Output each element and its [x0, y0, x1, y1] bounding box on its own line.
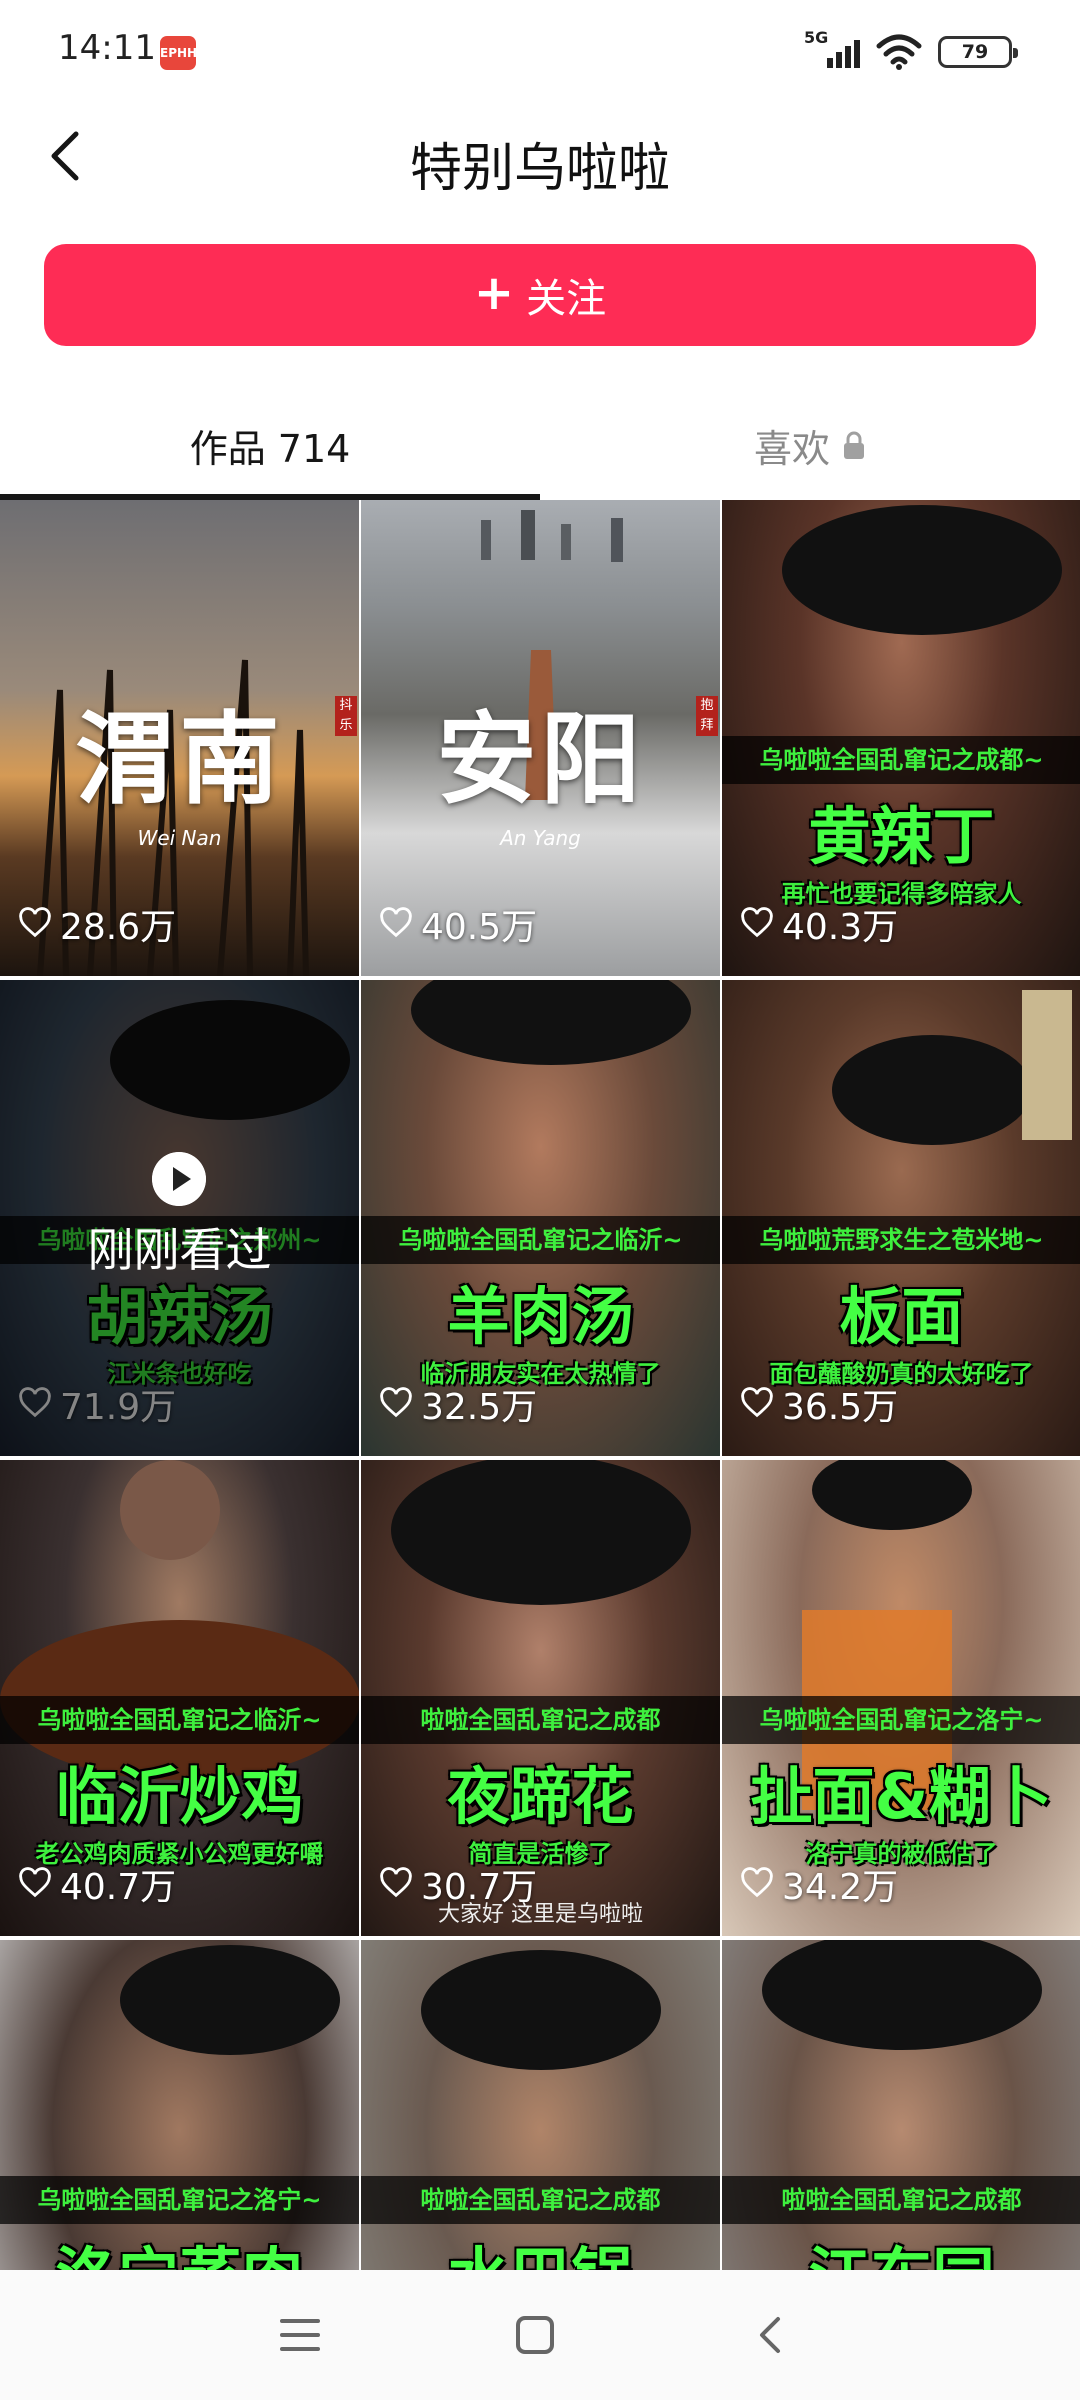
battery-level: 79: [961, 41, 989, 63]
like-count-value: 34.2万: [782, 1867, 899, 1908]
heart-icon: [741, 907, 773, 938]
series-banner: 啦啦全国乱窜记之成都: [722, 2176, 1080, 2224]
series-banner: 乌啦啦全国乱窜记之成都~: [722, 736, 1080, 784]
back-icon: [760, 2317, 780, 2353]
heart-icon: [380, 1387, 412, 1418]
status-indicators: 5G 79: [804, 28, 1018, 74]
video-subtitle: Wei Nan: [137, 826, 222, 850]
video-tile[interactable]: 乌啦啦全国乱窜记之成都~ 黄辣丁 再忙也要记得多陪家人 40.3万: [722, 500, 1080, 976]
like-count: 40.5万: [379, 898, 537, 950]
video-subtitle: An Yang: [500, 826, 581, 850]
video-tile[interactable]: 啦啦全国乱窜记之成都 水巴锅: [361, 1940, 720, 2270]
video-tile[interactable]: 乌啦啦全国乱窜记之临沂~ 临沂炒鸡 老公鸡肉质紧小公鸡更好嚼 40.7万: [0, 1460, 359, 1936]
series-banner: 乌啦啦全国乱窜记之洛宁~: [722, 1696, 1080, 1744]
video-tile[interactable]: 乌啦啦全国乱窜记之洛宁~ 洛宁蒸肉: [0, 1940, 359, 2270]
series-banner: 乌啦啦荒野求生之苞米地~: [722, 1216, 1080, 1264]
seal-stamp: 抖乐: [335, 696, 357, 736]
like-count-value: 28.6万: [60, 907, 177, 948]
dish-title: 板面: [839, 1280, 964, 1353]
tab-works-label: 作品 714: [189, 426, 351, 471]
wifi-icon: [876, 34, 922, 70]
page-title: 特别乌啦啦: [409, 139, 670, 199]
dish-title: 羊肉汤: [447, 1280, 634, 1353]
like-count-value: 40.3万: [782, 907, 899, 948]
video-subtitle-line: 大家好 这里是乌啦啦: [438, 1902, 643, 1927]
dish-title: 水巴锅: [361, 2226, 720, 2270]
video-grid: 渭南 Wei Nan 抖乐 28.6万 安阳 An Yang 抱拜 40.5万 …: [0, 500, 1080, 2270]
video-tile[interactable]: 乌啦啦全国乱窜记之洛宁~ 扯面&糊卜 洛宁真的被低估了 34.2万: [722, 1460, 1080, 1936]
video-tile[interactable]: 乌啦啦全国乱窜记之郑州~ 胡辣汤 江米条也好吃 71.9万 刚刚看过: [0, 980, 359, 1456]
like-count-value: 40.7万: [60, 1867, 177, 1908]
tab-likes[interactable]: 喜欢: [540, 390, 1080, 500]
video-tile[interactable]: 乌啦啦全国乱窜记之临沂~ 羊肉汤 临沂朋友实在太热情了 32.5万: [361, 980, 720, 1456]
like-count: 40.7万: [18, 1858, 176, 1910]
like-count-value: 36.5万: [782, 1387, 899, 1428]
heart-icon: [380, 907, 412, 938]
home-button[interactable]: [500, 2300, 570, 2370]
profile-tabs: 作品 714 喜欢: [0, 390, 1080, 500]
like-count: 36.5万: [740, 1378, 898, 1430]
follow-label: 关注: [526, 276, 607, 322]
cellular-signal-icon: 5G: [804, 28, 860, 72]
heart-icon: [19, 907, 51, 938]
video-tile[interactable]: 啦啦全国乱窜记之成都 夜蹄花 简直是活惨了 30.7万 大家好 这里是乌啦啦: [361, 1460, 720, 1936]
video-tile[interactable]: 啦啦全国乱窜记之成都 江东园: [722, 1940, 1080, 2270]
video-tile[interactable]: 乌啦啦荒野求生之苞米地~ 板面 面包蘸酸奶真的太好吃了 36.5万: [722, 980, 1080, 1456]
status-bar: 14:11 EPHH 5G 79: [0, 0, 1080, 104]
dish-title: 江东园: [722, 2226, 1080, 2270]
plus-icon: +: [473, 265, 515, 321]
video-tile[interactable]: 安阳 An Yang 抱拜 40.5万: [361, 500, 720, 976]
tab-likes-label: 喜欢: [753, 426, 830, 471]
network-type-label: 5G: [804, 28, 829, 47]
series-banner: 啦啦全国乱窜记之成都: [361, 1696, 720, 1744]
seal-stamp: 抱拜: [696, 696, 718, 736]
series-banner: 啦啦全国乱窜记之成都: [361, 2176, 720, 2224]
series-banner: 乌啦啦全国乱窜记之临沂~: [361, 1216, 720, 1264]
follow-button[interactable]: + 关注: [44, 244, 1036, 346]
play-icon: [152, 1152, 206, 1206]
like-count: 34.2万: [740, 1858, 898, 1910]
heart-icon: [741, 1867, 773, 1898]
heart-icon: [19, 1867, 51, 1898]
dish-title: 扯面&糊卜: [750, 1760, 1053, 1833]
dish-title: 夜蹄花: [447, 1760, 634, 1833]
video-tile[interactable]: 渭南 Wei Nan 抖乐 28.6万: [0, 500, 359, 976]
recently-viewed-label: 刚刚看过: [87, 1223, 272, 1277]
home-icon: [516, 2316, 554, 2354]
series-banner: 乌啦啦全国乱窜记之临沂~: [0, 1696, 359, 1744]
menu-button[interactable]: [265, 2300, 335, 2370]
video-title: 安阳: [436, 700, 645, 818]
heart-icon: [741, 1387, 773, 1418]
status-time: 14:11: [58, 28, 156, 68]
like-count-value: 40.5万: [421, 907, 538, 948]
menu-icon: [280, 2319, 320, 2351]
series-banner: 乌啦啦全国乱窜记之洛宁~: [0, 2176, 359, 2224]
dish-title: 黄辣丁: [808, 800, 995, 873]
like-count: 40.3万: [740, 898, 898, 950]
like-count: 28.6万: [18, 898, 176, 950]
lock-icon: [844, 431, 864, 459]
battery-icon: 79: [938, 36, 1018, 68]
top-bar: 特别乌啦啦: [0, 104, 1080, 214]
dish-title: 洛宁蒸肉: [0, 2226, 359, 2270]
system-nav-bar: [0, 2270, 1080, 2400]
dish-title: 临沂炒鸡: [55, 1760, 304, 1833]
nav-back-button[interactable]: [735, 2300, 805, 2370]
tab-works[interactable]: 作品 714: [0, 390, 540, 500]
like-count: 32.5万: [379, 1378, 537, 1430]
video-title: 渭南: [75, 700, 284, 818]
notification-app-icon: EPHH: [160, 36, 197, 70]
like-count-value: 32.5万: [421, 1387, 538, 1428]
